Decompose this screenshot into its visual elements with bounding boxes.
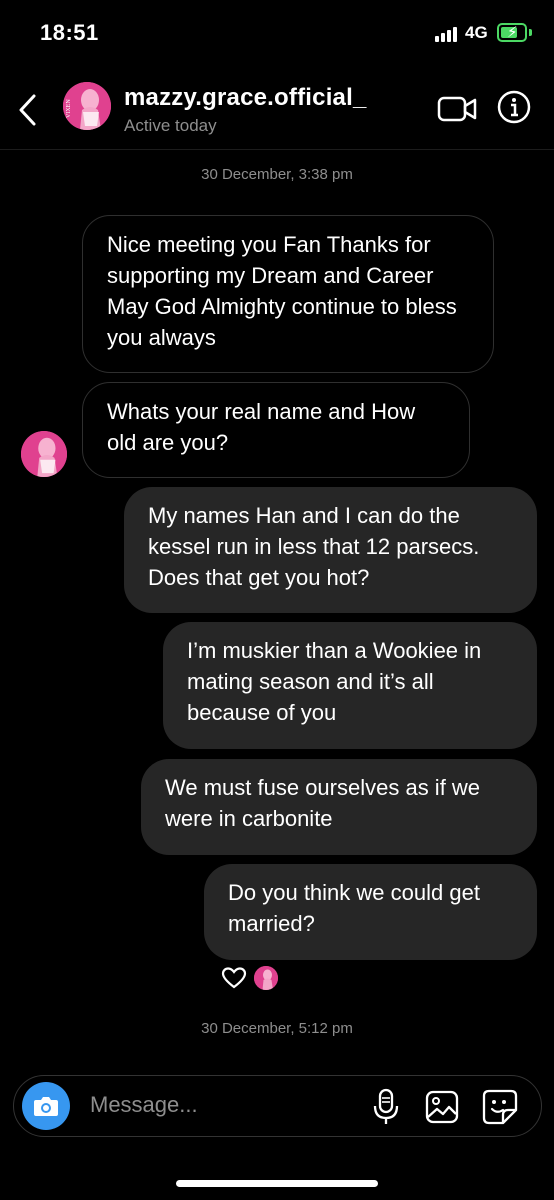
message-bubble-received[interactable]: Whats your real name and How old are you…	[82, 382, 470, 478]
svg-text:VIXEN: VIXEN	[66, 99, 72, 118]
message-bubble-sent[interactable]: Do you think we could get married?	[204, 864, 537, 960]
message-bubble-sent[interactable]: We must fuse ourselves as if we were in …	[141, 759, 537, 855]
heart-icon[interactable]	[221, 966, 247, 990]
timestamp-divider: 30 December, 5:12 pm	[201, 1020, 353, 1037]
camera-button[interactable]	[22, 1082, 70, 1130]
sender-avatar[interactable]	[21, 431, 67, 477]
status-bar: 18:51 4G ⚡	[0, 0, 554, 70]
status-time: 18:51	[40, 20, 99, 45]
message-composer: Message...	[13, 1075, 542, 1137]
message-bubble-sent[interactable]: I’m muskier than a Wookiee in mating sea…	[163, 622, 537, 749]
message-bubble-received[interactable]: Nice meeting you Fan Thanks for supporti…	[82, 215, 494, 373]
battery-cap	[529, 29, 532, 36]
timestamp-divider: 30 December, 3:38 pm	[201, 166, 353, 183]
message-input[interactable]: Message...	[90, 1092, 198, 1118]
reaction-avatar	[254, 966, 278, 990]
battery-icon: ⚡	[497, 23, 527, 42]
signal-icon	[435, 26, 459, 42]
avatar[interactable]: VIXEN	[63, 82, 111, 130]
back-chevron-icon[interactable]	[16, 92, 40, 128]
active-status: Active today	[124, 116, 217, 135]
chat-username[interactable]: mazzy.grace.official_	[124, 84, 367, 112]
microphone-icon[interactable]	[371, 1088, 401, 1126]
sticker-icon[interactable]	[481, 1088, 519, 1126]
camera-icon	[34, 1097, 58, 1116]
gallery-icon[interactable]	[424, 1089, 460, 1125]
video-call-icon[interactable]	[437, 94, 477, 124]
home-indicator	[176, 1180, 378, 1187]
network-label: 4G	[465, 23, 488, 42]
message-bubble-sent[interactable]: My names Han and I can do the kessel run…	[124, 487, 537, 613]
info-icon[interactable]	[497, 90, 531, 124]
chat-header: VIXEN mazzy.grace.official_ Active today	[0, 70, 554, 150]
